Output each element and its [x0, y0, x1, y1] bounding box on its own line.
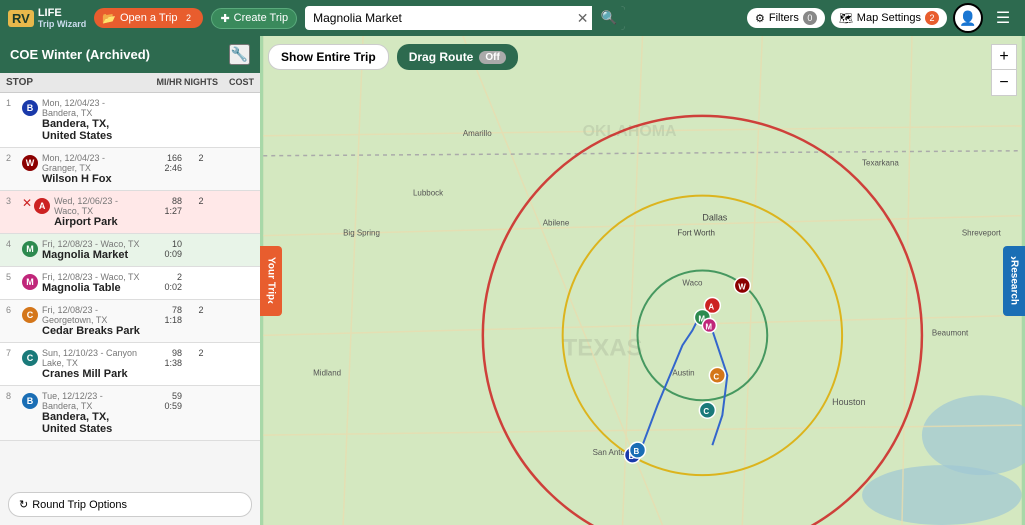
show-entire-trip-button[interactable]: Show Entire Trip [268, 44, 389, 70]
filters-badge: 0 [803, 11, 817, 25]
col-stop-label: STOP [6, 77, 28, 88]
svg-text:C: C [703, 407, 709, 416]
search-clear-button[interactable]: ✕ [573, 10, 593, 27]
open-trip-badge: 2 [181, 11, 195, 25]
stop-icon-7: C [22, 350, 38, 366]
table-row[interactable]: 3 ✕ A Wed, 12/06/23 - Waco, TX Airport P… [0, 191, 260, 234]
svg-text:Big Spring: Big Spring [343, 229, 380, 238]
chevron-left-icon: ‹ [264, 300, 278, 304]
svg-text:Dallas: Dallas [702, 213, 727, 223]
refresh-icon: ↻ [19, 498, 28, 511]
search-submit-button[interactable]: 🔍 [592, 6, 625, 30]
menu-button[interactable]: ☰ [989, 4, 1017, 32]
search-input[interactable] [305, 7, 573, 29]
zoom-out-button[interactable]: − [991, 70, 1017, 96]
logo: RV LIFE Trip Wizard [8, 7, 86, 28]
stop-icon-5: M [22, 274, 38, 290]
svg-text:M: M [705, 322, 712, 331]
col-nights-label: NIGHTS [182, 77, 220, 88]
logo-rv: RV [8, 10, 34, 27]
wrench-button[interactable]: 🔧 [229, 44, 250, 65]
svg-text:Abilene: Abilene [543, 219, 570, 228]
svg-text:Texarkana: Texarkana [862, 159, 899, 168]
research-tab[interactable]: › Research [1003, 246, 1025, 316]
table-row[interactable]: 7 C Sun, 12/10/23 - Canyon Lake, TX Cran… [0, 343, 260, 386]
table-row[interactable]: 1 B Mon, 12/04/23 - Bandera, TX Bandera,… [0, 93, 260, 148]
map-background[interactable]: Dallas Fort Worth Waco Austin San Antoni… [260, 36, 1025, 525]
delete-stop-button[interactable]: ✕ [22, 196, 32, 210]
col-mihr-label: MI/HR [140, 77, 182, 88]
col-cost-label: COST [220, 77, 254, 88]
stop-icon-8: B [22, 393, 38, 409]
table-row[interactable]: 2 W Mon, 12/04/23 - Granger, TX Wilson H… [0, 148, 260, 191]
svg-text:Austin: Austin [672, 368, 694, 377]
table-row[interactable]: 4 M Fri, 12/08/23 - Waco, TX Magnolia Ma… [0, 234, 260, 267]
search-bar: ✕ 🔍 [305, 6, 625, 30]
drag-route-state: Off [479, 51, 505, 64]
create-trip-button[interactable]: ✚ Create Trip [211, 8, 297, 29]
stop-icon-1: B [22, 100, 38, 116]
svg-text:Shreveport: Shreveport [962, 229, 1002, 238]
folder-icon: 📂 [102, 12, 116, 25]
filters-button[interactable]: ⚙ Filters 0 [747, 8, 825, 28]
stop-icon-2: W [22, 155, 38, 171]
map-settings-button[interactable]: 🗺 Map Settings 2 [831, 8, 947, 28]
logo-life: LIFE [38, 7, 86, 19]
stop-icon-6: C [22, 307, 38, 323]
map-icon: 🗺 [839, 12, 853, 25]
table-row[interactable]: 8 B Tue, 12/12/23 - Bandera, TX Bandera,… [0, 386, 260, 441]
trip-list: 1 B Mon, 12/04/23 - Bandera, TX Bandera,… [0, 93, 260, 484]
filter-icon: ⚙ [755, 12, 765, 25]
svg-text:W: W [738, 282, 746, 291]
svg-text:Fort Worth: Fort Worth [677, 229, 715, 238]
zoom-controls: + − [991, 44, 1017, 96]
svg-text:Amarillo: Amarillo [463, 129, 492, 138]
svg-text:TEXAS: TEXAS [563, 334, 643, 361]
search-icon: 🔍 [600, 10, 617, 25]
svg-text:A: A [708, 302, 714, 311]
map-area: Dallas Fort Worth Waco Austin San Antoni… [260, 36, 1025, 525]
map-controls: Show Entire Trip Drag Route Off [268, 44, 518, 70]
svg-text:Houston: Houston [832, 397, 865, 407]
your-trip-tab[interactable]: Your Trip ‹ [260, 246, 282, 316]
zoom-in-button[interactable]: + [991, 44, 1017, 70]
person-icon-button[interactable]: 👤 [955, 4, 981, 32]
plus-icon: ✚ [220, 12, 229, 25]
top-right-controls: ⚙ Filters 0 🗺 Map Settings 2 👤 ☰ [747, 3, 1017, 33]
map-settings-badge: 2 [925, 11, 939, 25]
hamburger-icon: ☰ [996, 8, 1010, 28]
sidebar-header: COE Winter (Archived) 🔧 [0, 36, 260, 73]
svg-text:B: B [634, 447, 640, 456]
svg-text:OKLAHOMA: OKLAHOMA [583, 123, 677, 140]
open-trip-button[interactable]: 📂 Open a Trip 2 [94, 8, 203, 28]
svg-text:C: C [713, 372, 719, 381]
your-trip-handle: Your Trip ‹ [260, 246, 282, 316]
research-handle: › Research [1003, 246, 1025, 316]
svg-text:Beaumont: Beaumont [932, 328, 969, 337]
main-content: COE Winter (Archived) 🔧 STOP MI/HR NIGHT… [0, 36, 1025, 525]
table-row[interactable]: 5 M Fri, 12/08/23 - Waco, TX Magnolia Ta… [0, 267, 260, 300]
stop-icon-3: A [34, 198, 50, 214]
table-row[interactable]: 6 C Fri, 12/08/23 - Georgetown, TX Cedar… [0, 300, 260, 343]
logo-sub: Trip Wizard [38, 20, 86, 29]
table-header: STOP MI/HR NIGHTS COST [0, 73, 260, 93]
stop-icon-4: M [22, 241, 38, 257]
drag-route-button[interactable]: Drag Route Off [397, 44, 518, 70]
svg-text:Lubbock: Lubbock [413, 189, 443, 198]
svg-text:Waco: Waco [682, 278, 703, 287]
trip-title: COE Winter (Archived) [10, 47, 150, 62]
sidebar: COE Winter (Archived) 🔧 STOP MI/HR NIGHT… [0, 36, 260, 525]
round-trip-button[interactable]: ↻ Round Trip Options [8, 492, 252, 517]
top-bar: RV LIFE Trip Wizard 📂 Open a Trip 2 ✚ Cr… [0, 0, 1025, 36]
svg-text:Midland: Midland [313, 368, 341, 377]
